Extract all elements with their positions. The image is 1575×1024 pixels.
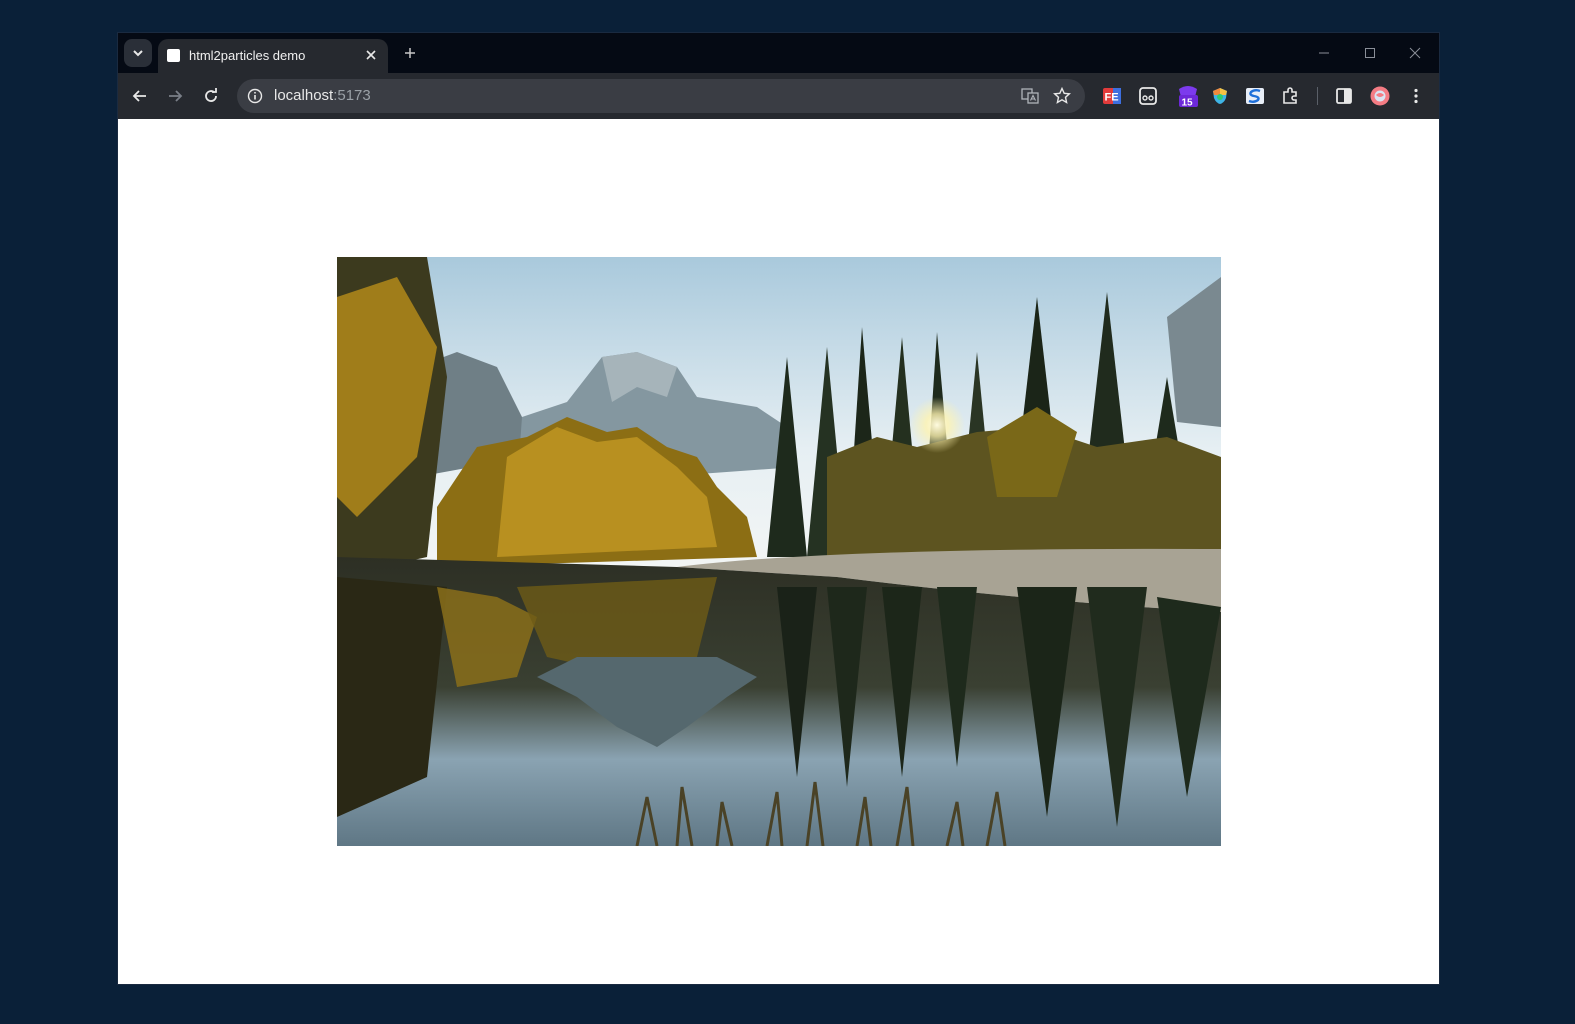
browser-toolbar: localhost:5173 FE 15 <box>118 73 1439 119</box>
side-panel-icon <box>1336 88 1352 104</box>
puzzle-icon <box>1283 87 1297 104</box>
close-window-button[interactable] <box>1400 41 1430 65</box>
extensions-menu-button[interactable] <box>1281 86 1301 106</box>
svg-text:15: 15 <box>1182 98 1194 109</box>
site-info-icon[interactable] <box>247 88 263 104</box>
url-host: localhost <box>274 87 334 104</box>
page-viewport <box>118 119 1439 984</box>
calendar-badge-icon: 15 <box>1179 86 1198 109</box>
tab-close-button[interactable] <box>362 46 380 64</box>
close-icon <box>366 50 376 60</box>
s-extension-button[interactable] <box>1245 86 1265 106</box>
new-tab-button[interactable] <box>398 41 422 65</box>
s-extension-icon <box>1246 88 1264 104</box>
maximize-icon <box>1365 48 1375 58</box>
toolbar-divider <box>1317 87 1318 105</box>
arrow-left-icon <box>132 90 146 102</box>
close-icon <box>1409 47 1421 59</box>
bookmark-star-icon[interactable] <box>1053 87 1071 105</box>
minimize-button[interactable] <box>1309 41 1339 65</box>
minimize-icon <box>1319 52 1329 54</box>
reload-icon <box>205 88 217 102</box>
profile-button[interactable] <box>1370 86 1390 106</box>
tab-title: html2particles demo <box>189 48 306 63</box>
svg-text:FE: FE <box>1105 92 1119 104</box>
fe-helper-extension-button[interactable]: FE <box>1102 86 1122 106</box>
url-port: :5173 <box>333 87 371 104</box>
side-panel-button[interactable] <box>1334 86 1354 106</box>
browser-menu-button[interactable] <box>1406 86 1426 106</box>
tab-search-button[interactable] <box>124 39 152 67</box>
reader-extension-button[interactable] <box>1138 86 1158 106</box>
tab-strip: html2particles demo <box>118 33 1439 73</box>
page-favicon-icon <box>167 49 180 62</box>
more-vertical-icon <box>1414 88 1418 104</box>
colorful-shield-icon <box>1213 88 1227 104</box>
chevron-down-icon <box>133 50 143 57</box>
arrow-right-icon <box>169 90 183 102</box>
avatar <box>1370 86 1390 106</box>
reader-icon <box>1139 87 1157 105</box>
tab-active[interactable]: html2particles demo <box>158 39 388 73</box>
fe-helper-icon: FE <box>1103 88 1121 104</box>
translate-icon[interactable] <box>1021 87 1039 105</box>
browser-window: html2particles demo localhost:5173 FE 15 <box>118 33 1439 984</box>
plus-icon <box>405 48 415 58</box>
calendar-extension-button[interactable]: 15 <box>1176 83 1200 109</box>
address-bar[interactable]: localhost:5173 <box>237 79 1085 113</box>
back-button[interactable] <box>126 82 154 110</box>
forward-button[interactable] <box>161 82 189 110</box>
reload-button[interactable] <box>197 82 225 110</box>
landscape-photo <box>337 257 1221 846</box>
maximize-button[interactable] <box>1355 41 1385 65</box>
shield-extension-button[interactable] <box>1210 86 1230 106</box>
url-text[interactable]: localhost:5173 <box>274 87 371 104</box>
